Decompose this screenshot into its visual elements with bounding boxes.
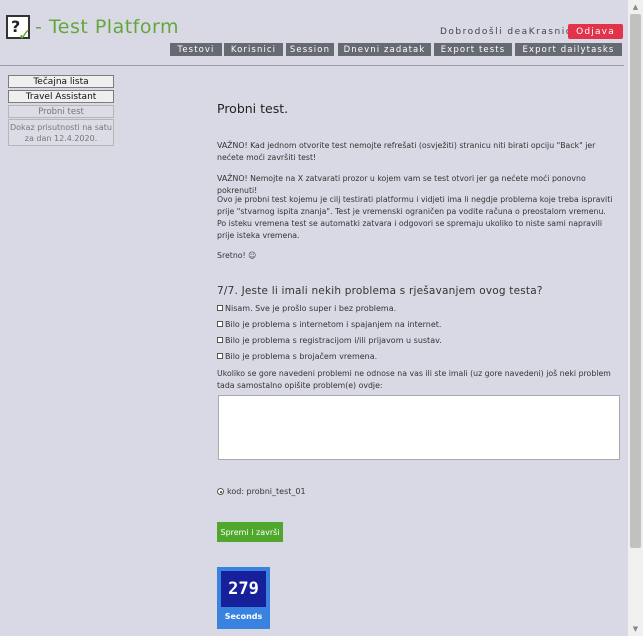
nav-export-dailytasks[interactable]: Export dailytasks <box>515 43 622 56</box>
welcome-text: Dobrodošli deaKrasnic <box>440 27 573 37</box>
nav-korisnici[interactable]: Korisnici <box>224 43 283 56</box>
scroll-down-arrow-icon[interactable]: ▼ <box>628 622 643 636</box>
option-2[interactable]: Bilo je problema s internetom i spajanje… <box>217 318 441 330</box>
timer-widget: 279 Seconds <box>217 567 270 629</box>
attendance-note-line1: Dokaz prisutnosti na satu <box>10 123 112 132</box>
option-1[interactable]: Nisam. Sve je prošlo super i bez problem… <box>217 302 396 314</box>
page-title: Probni test. <box>217 101 289 116</box>
brand-title: - Test Platform <box>35 16 179 38</box>
good-luck-text: Sretno! ☺ <box>217 251 257 260</box>
logo-icon: ? ✓ <box>6 15 31 44</box>
sidebar-item-travel-assistant[interactable]: Travel Assistant <box>8 90 114 103</box>
vertical-scrollbar[interactable]: ▲ ▼ <box>628 0 643 636</box>
option-label: Bilo je problema s registracijom i/ili p… <box>225 335 442 345</box>
option-label: Bilo je problema s brojačem vremena. <box>225 351 378 361</box>
sidebar-item-tecajna-lista[interactable]: Tečajna lista <box>8 75 114 88</box>
code-radio[interactable] <box>217 488 224 495</box>
nav-dnevni-zadatak[interactable]: Dnevni zadatak <box>338 43 431 56</box>
warning-paragraph-1: VAŽNO! Kad jednom otvorite test nemojte … <box>217 141 596 162</box>
scrollbar-thumb[interactable] <box>630 14 641 548</box>
option-label: Bilo je problema s internetom i spajanje… <box>225 319 442 329</box>
checkbox[interactable] <box>217 305 223 311</box>
code-label: kod: probni_test_01 <box>227 487 306 496</box>
checkbox[interactable] <box>217 353 223 359</box>
intro-paragraph: Ovo je probni test kojemu je cilj testir… <box>217 195 613 240</box>
nav-testovi[interactable]: Testovi <box>170 43 222 56</box>
sidebar-attendance-note[interactable]: Dokaz prisutnosti na satu za dan 12.4.20… <box>8 119 114 146</box>
other-problem-prompt: Ukoliko se gore navedeni problemi ne odn… <box>217 369 611 390</box>
problem-textarea[interactable] <box>218 395 620 460</box>
logout-button[interactable]: Odjava <box>568 24 623 39</box>
option-3[interactable]: Bilo je problema s registracijom i/ili p… <box>217 334 442 346</box>
question-title: 7/7. Jeste li imali nekih problema s rje… <box>217 285 543 297</box>
header-divider <box>0 65 624 66</box>
timer-unit-label: Seconds <box>224 612 263 621</box>
nav-export-tests[interactable]: Export tests <box>434 43 512 56</box>
page: ? ✓ - Test Platform Dobrodošli deaKrasnic… <box>0 0 628 636</box>
checkbox[interactable] <box>217 321 223 327</box>
attendance-note-line2: za dan 12.4.2020. <box>24 134 98 143</box>
sidebar-item-current: Probni test <box>8 105 114 118</box>
scroll-up-arrow-icon[interactable]: ▲ <box>628 0 643 14</box>
save-and-finish-button[interactable]: Spremi i završi <box>217 522 283 542</box>
checkbox[interactable] <box>217 337 223 343</box>
option-4[interactable]: Bilo je problema s brojačem vremena. <box>217 350 377 362</box>
timer-value: 279 <box>221 571 266 607</box>
option-label: Nisam. Sve je prošlo super i bez problem… <box>225 303 397 313</box>
nav-session[interactable]: Session <box>286 43 334 56</box>
